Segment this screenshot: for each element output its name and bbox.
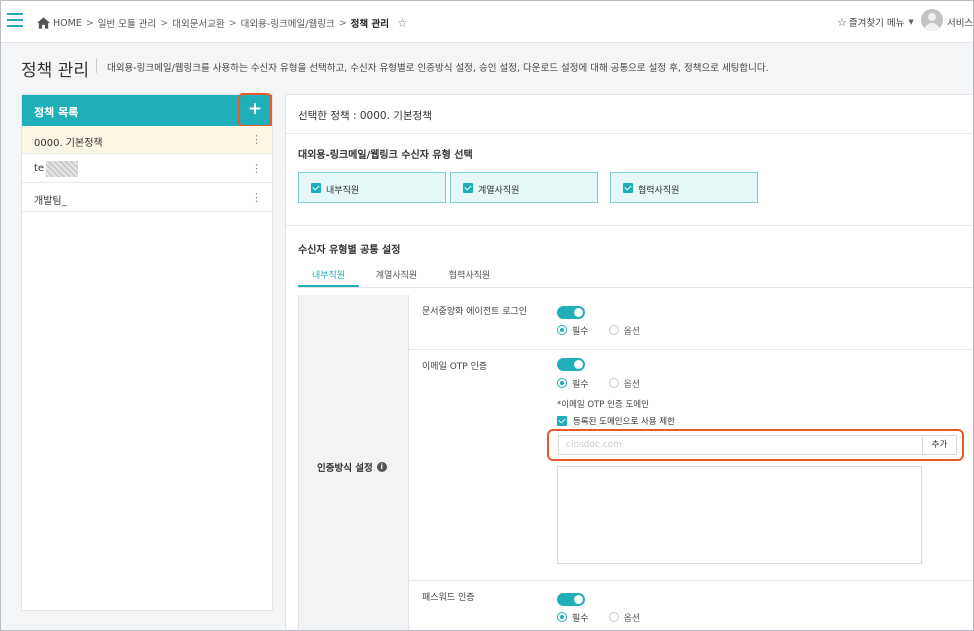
agent-login-radio-group: 필수 옵션 xyxy=(557,324,641,337)
favorites-star-icon: ☆ xyxy=(837,15,847,29)
recipient-type-internal[interactable]: 내부직원 xyxy=(298,172,446,203)
email-otp-radio-group: 필수 옵션 xyxy=(557,377,641,390)
checkbox-checked[interactable] xyxy=(557,416,567,426)
breadcrumb-separator: > xyxy=(228,17,237,29)
recipient-type-partner[interactable]: 협력사직원 xyxy=(610,172,758,203)
app-frame: HOME > 일반 모듈 관리 > 대외문서교환 > 대외용-링크메일/웹링크 … xyxy=(0,0,974,631)
top-bar: HOME > 일반 모듈 관리 > 대외문서교환 > 대외용-링크메일/웹링크 … xyxy=(1,1,973,43)
breadcrumb-external-exchange[interactable]: 대외문서교환 xyxy=(172,16,224,30)
policy-detail-panel: 선택한 정책 : 0000. 기본정책 대외용-링크메일/웹링크 수신자 유형 … xyxy=(285,94,973,630)
domain-input-group: 추가 xyxy=(547,429,964,461)
policy-list-header: 정책 목록 + xyxy=(22,93,272,127)
kebab-menu-icon[interactable]: ⋮ xyxy=(251,133,262,146)
breadcrumb-home[interactable]: HOME xyxy=(53,18,82,29)
password-radio-group: 필수 옵션 xyxy=(557,611,641,624)
common-section-title: 수신자 유형별 공통 설정 xyxy=(298,245,401,256)
radio-required[interactable] xyxy=(557,612,567,622)
menu-icon[interactable] xyxy=(7,13,23,27)
home-icon[interactable] xyxy=(37,17,50,29)
restrict-domain-label: 등록된 도메인으로 사용 제한 xyxy=(573,417,675,427)
bookmark-star-icon[interactable]: ☆ xyxy=(397,16,408,30)
caret-down-icon: ▼ xyxy=(908,18,914,26)
email-otp-toggle[interactable] xyxy=(557,358,585,371)
recipient-type-label: 협력사직원 xyxy=(638,186,680,196)
add-policy-button[interactable]: + xyxy=(238,93,272,127)
breadcrumb: HOME > 일반 모듈 관리 > 대외문서교환 > 대외용-링크메일/웹링크 … xyxy=(37,15,408,31)
breadcrumb-general-module[interactable]: 일반 모듈 관리 xyxy=(98,16,156,30)
auth-settings-label: 인증방식 설정 i xyxy=(317,460,387,474)
radio-required-label: 필수 xyxy=(572,613,589,624)
radio-optional-label: 옵션 xyxy=(623,326,641,337)
kebab-menu-icon[interactable]: ⋮ xyxy=(251,162,262,175)
radio-required-label: 필수 xyxy=(572,379,589,390)
add-domain-button[interactable]: 추가 xyxy=(923,435,957,455)
breadcrumb-separator: > xyxy=(338,17,347,29)
favorites-menu[interactable]: ☆ 즐겨찾기 메뉴 ▼ xyxy=(837,15,914,30)
tab-partner[interactable]: 협력사직원 xyxy=(439,261,500,287)
kebab-menu-icon[interactable]: ⋮ xyxy=(251,191,262,204)
checkbox-checked[interactable] xyxy=(623,183,633,193)
redacted-text xyxy=(46,161,78,177)
restrict-domain-option[interactable]: 등록된 도메인으로 사용 제한 xyxy=(557,415,675,427)
plus-icon: + xyxy=(247,99,263,119)
policy-item[interactable]: te ⋮ xyxy=(22,155,272,183)
agent-login-toggle[interactable] xyxy=(557,306,585,319)
breadcrumb-separator: > xyxy=(85,17,94,29)
domain-list-box[interactable] xyxy=(557,466,922,564)
tab-affiliate[interactable]: 계열사직원 xyxy=(366,261,427,287)
divider xyxy=(286,225,973,226)
row-divider xyxy=(408,580,973,581)
checkbox-checked[interactable] xyxy=(311,183,321,193)
breadcrumb-separator: > xyxy=(160,17,169,29)
info-icon[interactable]: i xyxy=(376,462,387,472)
domain-input[interactable] xyxy=(558,435,923,455)
policy-list-panel: 정책 목록 + 0000. 기본정책 ⋮ te ⋮ 개발팀_ ⋮ xyxy=(21,93,273,611)
page-description: 대외용-링크메일/웹링크를 사용하는 수신자 유형을 선택하고, 수신자 유형별… xyxy=(107,63,769,74)
recipient-type-affiliate[interactable]: 계열사직원 xyxy=(450,172,598,203)
breadcrumb-linkmail[interactable]: 대외용-링크메일/웹링크 xyxy=(241,16,335,30)
policy-item[interactable]: 0000. 기본정책 ⋮ xyxy=(22,126,272,154)
radio-optional[interactable] xyxy=(608,612,619,622)
row-label-email-otp: 이메일 OTP 인증 xyxy=(422,362,488,372)
policy-item[interactable]: 개발팀_ ⋮ xyxy=(22,184,272,212)
row-divider xyxy=(408,349,973,350)
page-title: 정책 관리 xyxy=(21,61,89,81)
row-label-agent-login: 문서중앙화 에이전트 로그인 xyxy=(422,307,528,317)
radio-optional-label: 옵션 xyxy=(623,379,641,390)
tab-underline xyxy=(298,287,973,288)
divider xyxy=(286,133,973,134)
recipient-type-label: 내부직원 xyxy=(326,186,360,196)
radio-required[interactable] xyxy=(557,378,567,388)
policy-item-label: 0000. 기본정책 xyxy=(34,138,103,149)
radio-required-label: 필수 xyxy=(572,326,589,337)
checkbox-checked[interactable] xyxy=(463,183,473,193)
radio-required[interactable] xyxy=(557,325,567,335)
selected-policy-title: 선택한 정책 : 0000. 기본정책 xyxy=(298,110,432,122)
radio-optional[interactable] xyxy=(608,378,619,388)
policy-list-title: 정책 목록 xyxy=(34,106,79,119)
tab-internal[interactable]: 내부직원 xyxy=(298,261,359,287)
password-toggle[interactable] xyxy=(557,593,585,606)
recipient-type-label: 계열사직원 xyxy=(478,186,520,196)
recipient-section-title: 대외용-링크메일/웹링크 수신자 유형 선택 xyxy=(298,150,473,161)
favorites-label: 즐겨찾기 메뉴 xyxy=(848,18,905,29)
radio-optional[interactable] xyxy=(608,325,619,335)
row-label-password: 패스워드 인증 xyxy=(422,593,475,603)
policy-item-label: 개발팀_ xyxy=(34,196,67,207)
user-name[interactable]: 서비스리 xyxy=(947,15,973,29)
auth-settings-label-cell: 인증방식 설정 i xyxy=(298,295,408,630)
auth-settings-text: 인증방식 설정 xyxy=(317,463,373,474)
title-divider xyxy=(96,58,97,73)
policy-item-label: te xyxy=(34,163,45,174)
otp-domain-note: *이메일 OTP 인증 도메인 xyxy=(557,400,649,410)
breadcrumb-current: 정책 관리 xyxy=(350,19,389,30)
avatar[interactable] xyxy=(921,9,943,31)
radio-optional-label: 옵션 xyxy=(623,613,641,624)
